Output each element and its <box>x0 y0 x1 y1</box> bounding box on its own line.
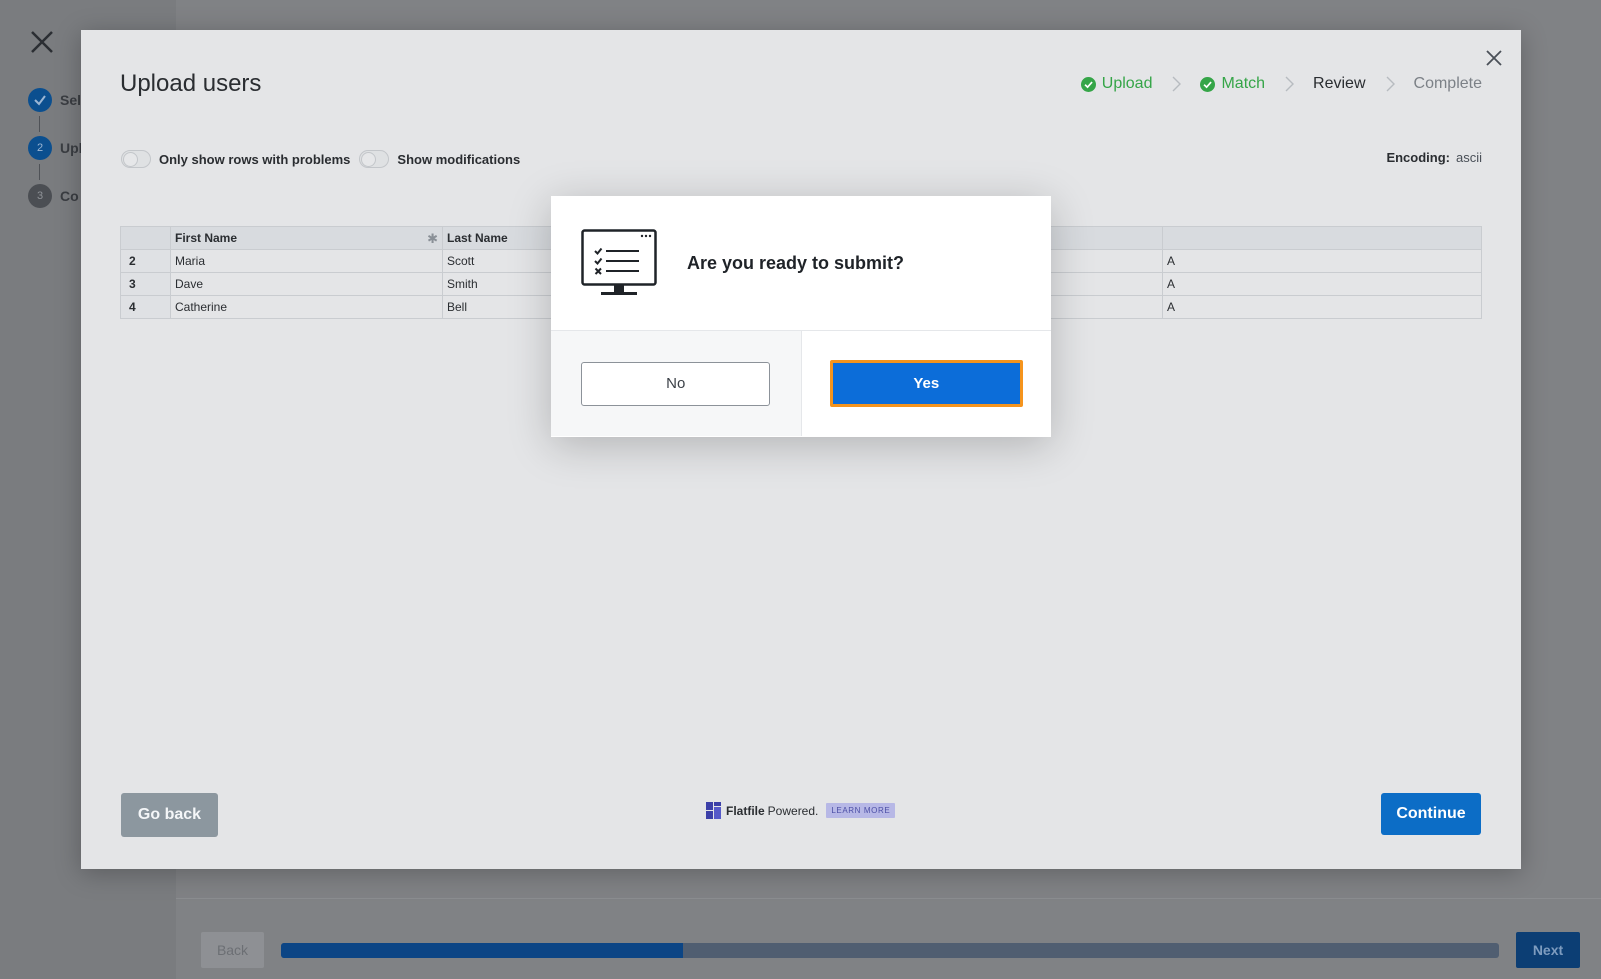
step-number: 2 <box>28 136 52 160</box>
table-cell[interactable]: A <box>1162 272 1482 296</box>
breadcrumb-upload: Upload <box>1080 75 1153 93</box>
breadcrumb-label: Match <box>1221 75 1266 92</box>
table-cell[interactable]: A <box>1162 249 1482 273</box>
next-button[interactable]: Next <box>1516 932 1580 968</box>
dialog-header: Are you ready to submit? <box>551 196 1051 331</box>
encoding-value: ascii <box>1455 150 1482 165</box>
learn-more-link[interactable]: LEARN MORE <box>826 803 896 818</box>
breadcrumb-label: Complete <box>1413 75 1482 92</box>
go-back-button[interactable]: Go back <box>121 793 218 837</box>
breadcrumb-match: Match <box>1200 75 1265 93</box>
step-number: 3 <box>28 184 52 208</box>
wizard-progress-bar <box>281 943 1499 958</box>
step-check-icon <box>28 88 52 112</box>
row-index: 2 <box>120 249 171 273</box>
close-icon[interactable] <box>28 28 56 56</box>
column-header[interactable] <box>1162 226 1482 250</box>
column-header[interactable]: Last Name <box>442 226 553 250</box>
flatfile-brand: Flatfile <box>726 803 765 818</box>
background-footer <box>176 898 1601 979</box>
filter-toggles: Only show rows with problems Show modifi… <box>121 150 529 168</box>
breadcrumb-label: Upload <box>1101 75 1153 92</box>
breadcrumb-label: Review <box>1313 75 1366 92</box>
submit-confirm-dialog: Are you ready to submit? No Yes <box>551 196 1051 437</box>
table-cell[interactable]: Catherine <box>170 295 443 319</box>
dialog-actions: No Yes <box>551 331 1051 436</box>
row-index-header <box>120 226 171 250</box>
problems-toggle-label: Only show rows with problems <box>159 151 351 167</box>
table-cell[interactable]: Smith <box>442 272 553 296</box>
column-header[interactable]: First Name ✱ <box>170 226 443 250</box>
chevron-right-icon <box>1172 76 1182 92</box>
step-connector <box>39 116 40 132</box>
required-asterisk-icon: ✱ <box>427 231 438 246</box>
table-cell[interactable]: Bell <box>442 295 553 319</box>
table-cell[interactable]: Scott <box>442 249 553 273</box>
flatfile-logo-icon <box>706 802 721 819</box>
breadcrumb-complete: Complete <box>1414 75 1482 93</box>
table-cell[interactable]: Maria <box>170 249 443 273</box>
column-header-label: First Name <box>175 231 238 245</box>
encoding-label: Encoding: <box>1386 150 1450 165</box>
importer-modal: Upload users Upload Match Review Complet… <box>81 30 1521 869</box>
chevron-right-icon <box>1285 76 1295 92</box>
continue-button[interactable]: Continue <box>1381 793 1481 835</box>
back-button[interactable]: Back <box>201 932 264 968</box>
row-index: 4 <box>120 295 171 319</box>
table-cell[interactable]: A <box>1162 295 1482 319</box>
page-title: Upload users <box>120 70 262 97</box>
check-circle-icon <box>1200 76 1216 92</box>
dialog-actions-right: Yes <box>802 331 1052 436</box>
encoding-info: Encoding: ascii <box>1386 150 1482 165</box>
monitor-checklist-icon <box>581 229 657 295</box>
no-button[interactable]: No <box>581 361 771 406</box>
table-cell[interactable]: Dave <box>170 272 443 296</box>
breadcrumb: Upload Match Review Complete <box>1080 75 1482 93</box>
powered-text: Powered. <box>767 803 819 818</box>
modifications-toggle[interactable] <box>359 150 390 168</box>
dialog-title: Are you ready to submit? <box>687 252 905 273</box>
chevron-right-icon <box>1386 76 1395 92</box>
problems-toggle[interactable] <box>121 150 151 168</box>
row-index: 3 <box>120 272 171 296</box>
yes-button[interactable]: Yes <box>829 360 1023 407</box>
powered-by-flatfile: Flatfile Powered. LEARN MORE <box>706 802 896 819</box>
breadcrumb-review: Review <box>1313 75 1365 93</box>
check-circle-icon <box>1080 76 1096 92</box>
close-icon[interactable] <box>1485 49 1503 67</box>
wizard-progress-fill <box>281 943 683 958</box>
dialog-actions-left: No <box>551 331 802 436</box>
step-connector <box>39 164 40 180</box>
modifications-toggle-label: Show modifications <box>397 151 521 167</box>
